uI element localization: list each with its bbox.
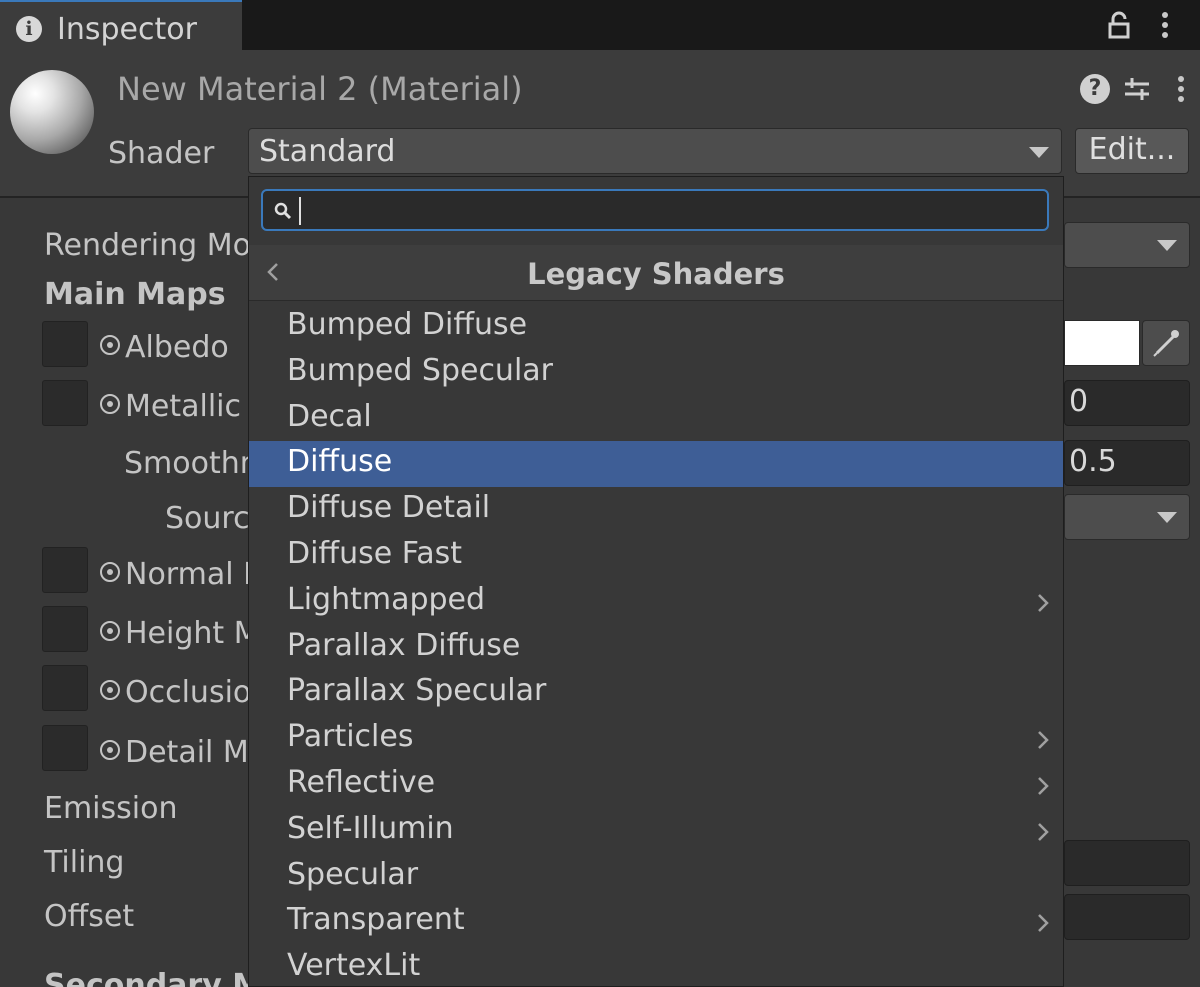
shader-item-label: Parallax Specular	[287, 673, 547, 709]
metallic-texture-slot[interactable]	[42, 380, 88, 426]
object-picker-icon[interactable]	[100, 562, 120, 582]
shader-item-label: Transparent	[287, 902, 465, 938]
shader-list-item[interactable]: Bumped Diffuse	[249, 304, 1063, 350]
occlusion-label: Occlusio	[125, 675, 252, 710]
shader-selection-popup: Legacy Shaders Bumped Diffuse Bumped Spec…	[248, 176, 1064, 987]
shader-item-label: Bumped Specular	[287, 352, 554, 388]
source-label: Sourc	[165, 501, 250, 536]
header-menu-icon[interactable]	[1176, 74, 1186, 104]
shader-label: Shader	[108, 136, 215, 171]
shader-search-input[interactable]	[261, 189, 1049, 231]
object-picker-icon[interactable]	[100, 335, 120, 355]
shader-dropdown[interactable]: Standard	[248, 128, 1062, 174]
object-picker-icon[interactable]	[100, 740, 120, 760]
tab-inspector[interactable]: i Inspector	[0, 0, 242, 50]
shader-list-item[interactable]: Reflective	[249, 762, 1063, 808]
detail-mask-slot[interactable]	[42, 725, 88, 771]
shader-list-item[interactable]: Parallax Specular	[249, 670, 1063, 716]
albedo-label: Albedo	[125, 330, 229, 365]
material-title: New Material 2 (Material)	[117, 70, 523, 108]
info-icon: i	[16, 16, 42, 42]
tab-bar: i Inspector	[0, 0, 1200, 50]
shader-item-label: Parallax Diffuse	[287, 627, 521, 663]
presets-icon[interactable]	[1122, 74, 1152, 104]
normal-map-slot[interactable]	[42, 547, 88, 593]
shader-item-label: Diffuse Detail	[287, 490, 491, 526]
shader-item-label: Specular	[287, 856, 419, 892]
chevron-down-icon	[1157, 240, 1177, 251]
tab-menu-icon[interactable]	[1160, 10, 1170, 40]
shader-list-item[interactable]: Self-Illumin	[249, 808, 1063, 854]
height-map-slot[interactable]	[42, 606, 88, 652]
height-map-label: Height M	[125, 616, 260, 651]
shader-list-item[interactable]: VertexLit	[249, 945, 1063, 986]
shader-item-label: Diffuse Fast	[287, 536, 463, 571]
chevron-down-icon	[1029, 147, 1049, 158]
shader-item-label: Particles	[287, 719, 414, 755]
object-picker-icon[interactable]	[100, 621, 120, 641]
chevron-right-icon	[1038, 731, 1049, 750]
shader-item-label: Diffuse	[287, 444, 393, 480]
shader-item-label: VertexLit	[287, 948, 421, 984]
edit-shader-button[interactable]: Edit...	[1075, 128, 1189, 174]
tab-inspector-label: Inspector	[57, 12, 197, 47]
chevron-right-icon	[1038, 777, 1049, 795]
object-picker-icon[interactable]	[100, 394, 120, 414]
metallic-label: Metallic	[125, 389, 241, 424]
chevron-down-icon	[1157, 512, 1177, 523]
albedo-color-swatch[interactable]	[1064, 320, 1140, 366]
shader-list-item[interactable]: Particles	[249, 716, 1063, 762]
secondary-maps-heading: Secondary M	[44, 968, 263, 987]
shader-list-item[interactable]: Transparent	[249, 899, 1063, 945]
rendering-mode-dropdown[interactable]	[1064, 222, 1190, 268]
search-icon	[274, 202, 292, 220]
shader-list-item[interactable]: Diffuse Detail	[249, 487, 1063, 533]
shader-item-label: Lightmapped	[287, 581, 486, 617]
detail-mask-label: Detail M	[125, 735, 249, 770]
shader-item-label: Self-Illumin	[287, 810, 454, 846]
smoothness-label: Smoothn	[124, 446, 259, 481]
shader-dropdown-value: Standard	[259, 134, 396, 169]
shader-list-item[interactable]: Diffuse	[249, 441, 1063, 488]
shader-list-item[interactable]: Specular	[249, 854, 1063, 900]
eyedropper-button[interactable]	[1142, 320, 1190, 366]
object-picker-icon[interactable]	[100, 680, 120, 700]
shader-list-item[interactable]: Parallax Diffuse	[249, 625, 1063, 671]
help-icon[interactable]: ?	[1080, 74, 1110, 104]
rendering-mode-label: Rendering Mo	[44, 228, 251, 263]
offset-field[interactable]	[1064, 894, 1190, 940]
shader-list-item[interactable]: Lightmapped	[249, 579, 1063, 625]
material-preview-sphere	[10, 70, 94, 154]
tiling-label: Tiling	[44, 845, 125, 880]
breadcrumb: Legacy Shaders	[249, 245, 1063, 301]
shader-item-label: Bumped Diffuse	[287, 307, 528, 342]
main-maps-heading: Main Maps	[44, 277, 226, 312]
smoothness-value-field[interactable]: 0.5	[1064, 440, 1190, 486]
breadcrumb-title: Legacy Shaders	[527, 257, 785, 291]
occlusion-map-slot[interactable]	[42, 665, 88, 711]
eyedropper-icon	[1153, 330, 1179, 357]
shader-item-label: Decal	[287, 398, 372, 434]
shader-item-label: Reflective	[287, 765, 436, 800]
text-cursor	[299, 197, 301, 225]
lock-icon[interactable]	[1104, 10, 1134, 40]
shader-list-item[interactable]: Bumped Specular	[249, 350, 1063, 396]
normal-map-label: Normal I	[125, 557, 252, 592]
chevron-right-icon	[1038, 914, 1049, 933]
shader-list-item[interactable]: Diffuse Fast	[249, 533, 1063, 579]
metallic-value-field[interactable]: 0	[1064, 380, 1190, 426]
offset-label: Offset	[44, 899, 135, 934]
emission-label: Emission	[44, 791, 178, 826]
chevron-right-icon	[1038, 593, 1049, 612]
albedo-texture-slot[interactable]	[42, 321, 88, 367]
chevron-right-icon	[1038, 822, 1049, 841]
tiling-field[interactable]	[1064, 840, 1190, 886]
source-dropdown[interactable]	[1064, 494, 1190, 540]
shader-list-item[interactable]: Decal	[249, 396, 1063, 442]
